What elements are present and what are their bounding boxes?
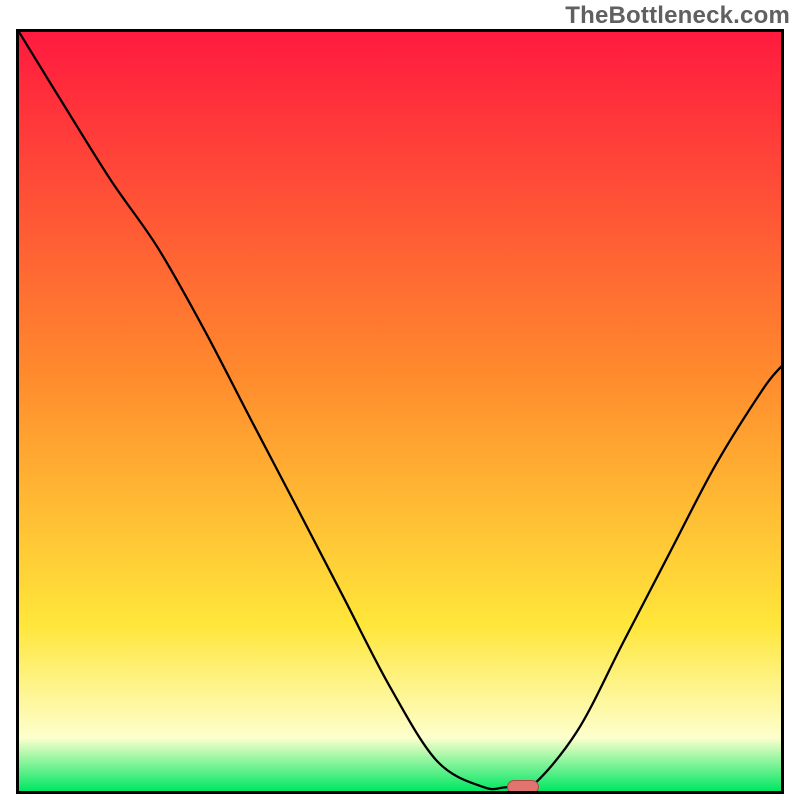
optimal-point-marker xyxy=(507,780,539,794)
figure-stage: TheBottleneck.com xyxy=(0,0,800,800)
plot-area xyxy=(16,29,784,794)
bottleneck-curve xyxy=(19,32,781,791)
watermark-text: TheBottleneck.com xyxy=(565,2,790,30)
